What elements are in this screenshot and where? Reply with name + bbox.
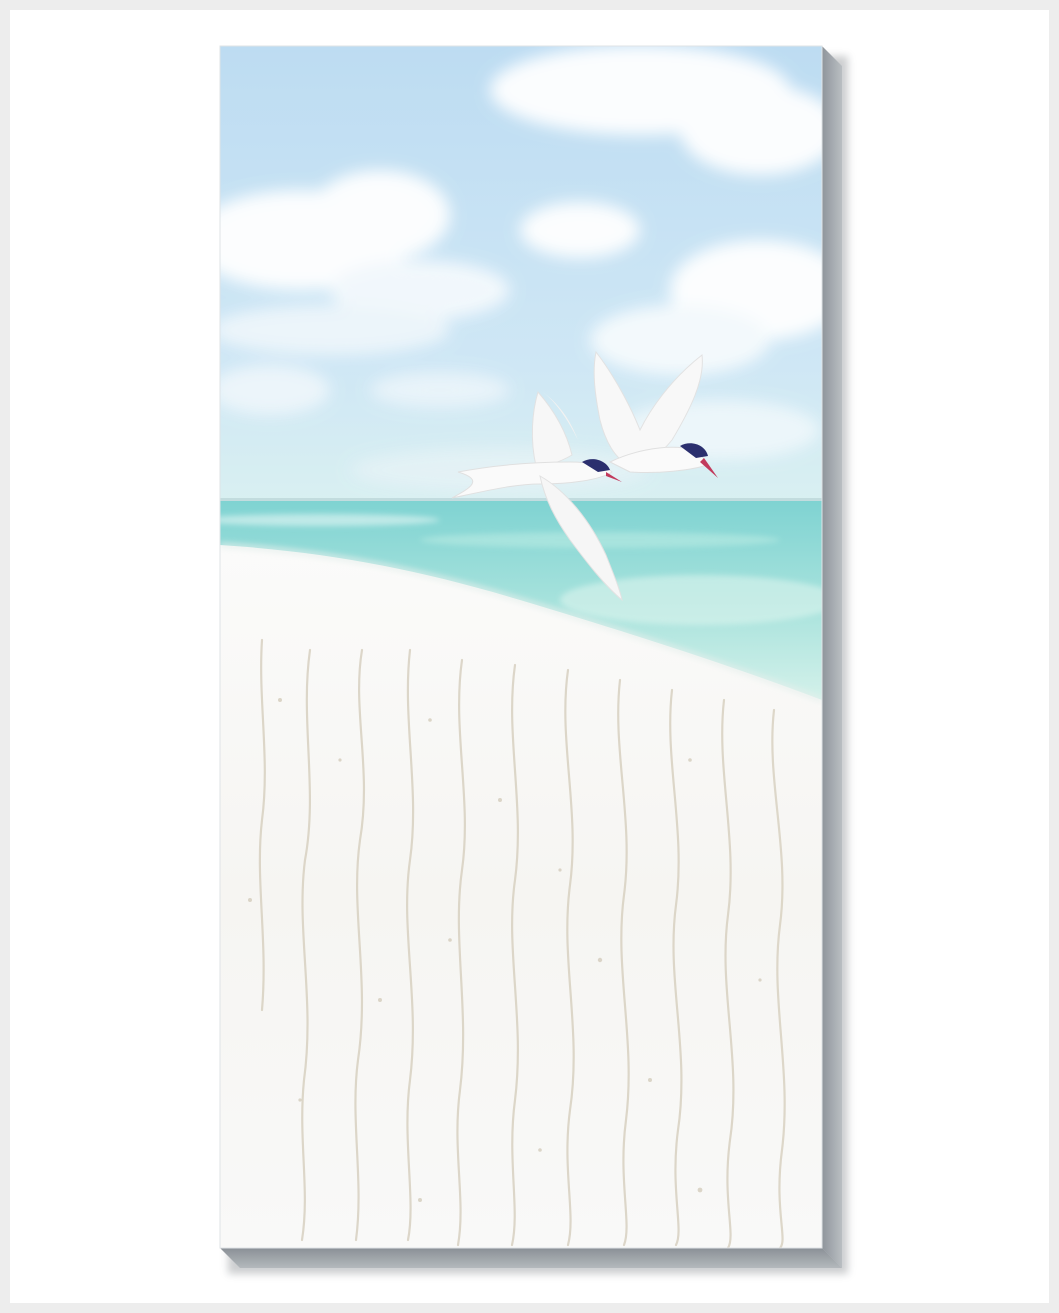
photo-scene [220, 46, 822, 1248]
canvas-artwork [219, 45, 848, 1274]
canvas-print [0, 0, 1059, 1313]
